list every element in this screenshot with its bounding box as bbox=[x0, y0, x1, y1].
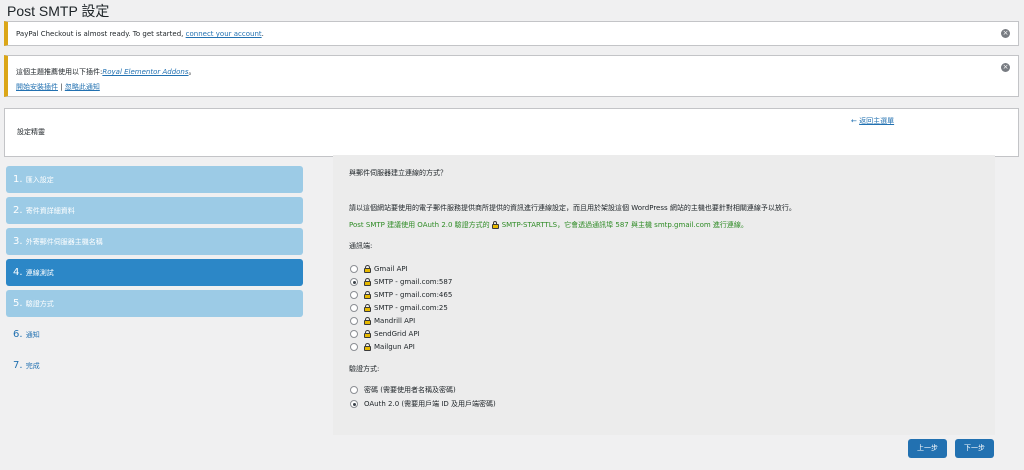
royal-elementor-addons-link[interactable]: Royal Elementor Addons bbox=[102, 68, 188, 76]
transport-option-sendgrid-api[interactable]: SendGrid API bbox=[350, 328, 420, 340]
radio-button[interactable] bbox=[350, 317, 358, 325]
paypal-notice-text: PayPal Checkout is almost ready. To get … bbox=[16, 30, 264, 38]
transport-label: 通訊端: bbox=[349, 242, 373, 250]
transport-option-mailgun-api[interactable]: Mailgun API bbox=[350, 341, 415, 353]
theme-notice-actions: 開始安裝插件 | 忽略此通知 bbox=[16, 82, 100, 92]
transport-option-mandrill-api[interactable]: Mandrill API bbox=[350, 315, 415, 327]
step-label: 連線測試 bbox=[25, 269, 54, 277]
step-label: 驗證方式 bbox=[25, 300, 54, 308]
auth-option-oauth2[interactable]: OAuth 2.0 (需要用戶端 ID 及用戶端密碼) bbox=[350, 398, 496, 410]
transport-option-smtp-465[interactable]: SMTP - gmail.com:465 bbox=[350, 289, 452, 301]
lock-icon bbox=[364, 304, 371, 312]
radio-button[interactable] bbox=[350, 400, 358, 408]
step-number: 3. bbox=[13, 236, 23, 247]
step-label: 外寄郵件伺服器主機名稱 bbox=[25, 238, 103, 246]
transport-option-label: SMTP - gmail.com:25 bbox=[374, 304, 448, 312]
recommendation-text: Post SMTP 建議使用 OAuth 2.0 驗證方式的 SMTP-STAR… bbox=[349, 220, 748, 230]
step-number: 5. bbox=[13, 298, 23, 309]
radio-button[interactable] bbox=[350, 291, 358, 299]
step-connection-test[interactable]: 4. 連線測試 bbox=[6, 259, 303, 286]
panel-description: 請以這個網站要使用的電子郵件服務提供商所提供的資訊進行連線設定，而且用於架設這個… bbox=[349, 204, 796, 212]
lock-icon bbox=[364, 343, 371, 351]
theme-notice-message: 這個主題推薦使用以下插件: bbox=[16, 68, 103, 76]
transport-option-label: SendGrid API bbox=[374, 330, 420, 338]
recommendation-method: SMTP-STARTTLS bbox=[501, 221, 558, 229]
transport-option-label: Mandrill API bbox=[374, 317, 416, 325]
dismiss-paypal-notice-icon[interactable]: × bbox=[1001, 29, 1010, 38]
auth-option-label: 密碼 (需要使用者名稱及密碼) bbox=[364, 386, 456, 394]
lock-icon bbox=[364, 317, 371, 325]
previous-step-button[interactable]: 上一步 bbox=[908, 439, 947, 458]
transport-option-gmail-api[interactable]: Gmail API bbox=[350, 263, 408, 275]
paypal-notice: PayPal Checkout is almost ready. To get … bbox=[4, 21, 1019, 46]
step-number: 6. bbox=[13, 329, 23, 340]
transport-option-smtp-25[interactable]: SMTP - gmail.com:25 bbox=[350, 302, 448, 314]
lock-icon bbox=[364, 265, 371, 273]
transport-option-label: SMTP - gmail.com:465 bbox=[374, 291, 453, 299]
lock-icon bbox=[491, 221, 499, 229]
next-step-button[interactable]: 下一步 bbox=[955, 439, 994, 458]
theme-notice-text: 這個主題推薦使用以下插件:Royal Elementor Addons。 bbox=[16, 67, 196, 77]
theme-notice-suffix: 。 bbox=[188, 68, 196, 76]
step-sender-details[interactable]: 2. 寄件資詳細資料 bbox=[6, 197, 303, 224]
step-number: 7. bbox=[13, 360, 23, 371]
step-label: 匯入設定 bbox=[25, 176, 54, 184]
radio-button[interactable] bbox=[350, 343, 358, 351]
auth-method-label: 驗證方式: bbox=[349, 365, 380, 373]
notice-separator: | bbox=[60, 83, 63, 91]
dismiss-notice-link[interactable]: 忽略此通知 bbox=[65, 83, 100, 91]
connect-account-link[interactable]: connect your account bbox=[186, 30, 262, 38]
step-notifications[interactable]: 6. 通知 bbox=[6, 321, 303, 348]
settings-wizard-title: 設定精靈 bbox=[17, 128, 45, 136]
radio-button[interactable] bbox=[350, 304, 358, 312]
step-number: 1. bbox=[13, 174, 23, 185]
recommendation-prefix: Post SMTP 建議使用 OAuth 2.0 驗證方式的 bbox=[349, 221, 490, 229]
radio-button[interactable] bbox=[350, 265, 358, 273]
step-label: 寄件資詳細資料 bbox=[25, 207, 75, 215]
page-title: Post SMTP 設定 bbox=[7, 3, 110, 19]
lock-icon bbox=[364, 278, 371, 286]
back-to-main-menu-label: 返回主選單 bbox=[859, 117, 895, 125]
transport-option-label: SMTP - gmail.com:587 bbox=[374, 278, 453, 286]
recommendation-suffix: ，它會透過通訊埠 587 與主機 smtp.gmail.com 進行連線。 bbox=[557, 221, 748, 229]
panel-heading: 與郵件伺服器建立連線的方式？ bbox=[349, 169, 447, 177]
auth-option-password[interactable]: 密碼 (需要使用者名稱及密碼) bbox=[350, 384, 456, 396]
step-number: 4. bbox=[13, 267, 23, 278]
paypal-notice-suffix: . bbox=[261, 30, 264, 38]
radio-button[interactable] bbox=[350, 330, 358, 338]
step-authentication[interactable]: 5. 驗證方式 bbox=[6, 290, 303, 317]
back-arrow-icon: ← bbox=[851, 117, 857, 125]
connection-settings-panel: 與郵件伺服器建立連線的方式？ 請以這個網站要使用的電子郵件服務提供商所提供的資訊… bbox=[333, 155, 995, 435]
transport-option-smtp-587[interactable]: SMTP - gmail.com:587 bbox=[350, 276, 452, 288]
step-number: 2. bbox=[13, 205, 23, 216]
transport-option-label: Gmail API bbox=[374, 265, 408, 273]
step-label: 完成 bbox=[25, 362, 40, 370]
radio-button[interactable] bbox=[350, 386, 358, 394]
theme-plugin-notice: 這個主題推薦使用以下插件:Royal Elementor Addons。 開始安… bbox=[4, 55, 1019, 97]
step-outgoing-server[interactable]: 3. 外寄郵件伺服器主機名稱 bbox=[6, 228, 303, 255]
auth-option-label: OAuth 2.0 (需要用戶端 ID 及用戶端密碼) bbox=[364, 400, 496, 408]
paypal-notice-message: PayPal Checkout is almost ready. To get … bbox=[16, 30, 184, 38]
radio-button[interactable] bbox=[350, 278, 358, 286]
back-to-main-menu-link[interactable]: ← 返回主選單 bbox=[851, 116, 894, 126]
lock-icon bbox=[364, 330, 371, 338]
transport-option-label: Mailgun API bbox=[374, 343, 415, 351]
dismiss-theme-notice-icon[interactable]: × bbox=[1001, 63, 1010, 72]
step-finish[interactable]: 7. 完成 bbox=[6, 352, 303, 379]
step-import-settings[interactable]: 1. 匯入設定 bbox=[6, 166, 303, 193]
step-label: 通知 bbox=[25, 331, 40, 339]
lock-icon bbox=[364, 291, 371, 299]
settings-wizard-header: 設定精靈 ← 返回主選單 bbox=[4, 108, 1019, 157]
install-plugins-link[interactable]: 開始安裝插件 bbox=[16, 83, 58, 91]
